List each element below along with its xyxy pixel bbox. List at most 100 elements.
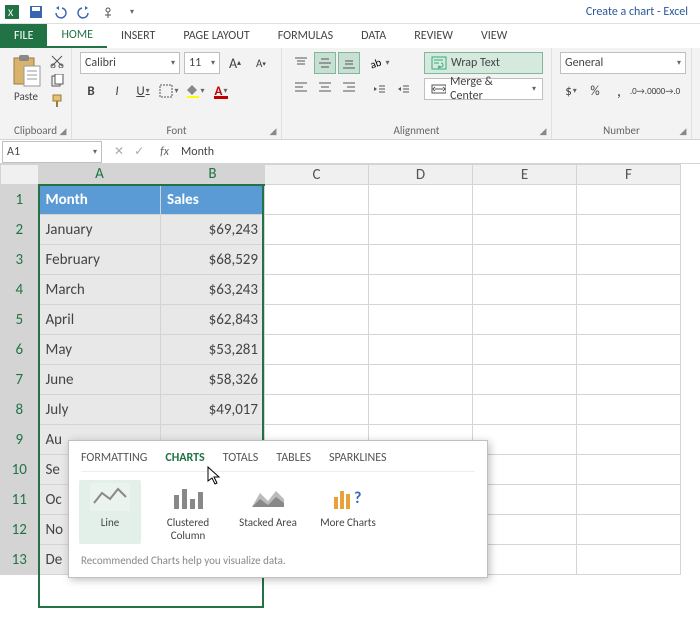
cell[interactable] [473,515,577,545]
cell[interactable] [473,425,577,455]
decrease-indent-icon[interactable] [368,78,390,100]
cell[interactable] [265,305,369,335]
save-icon[interactable] [28,4,44,20]
cut-icon[interactable] [48,52,66,70]
cell[interactable] [577,365,681,395]
number-format-combo[interactable]: General▾ [560,52,686,74]
cancel-formula-icon[interactable]: ✕ [114,144,124,159]
fx-icon[interactable]: fx [154,145,175,159]
col-header-d[interactable]: D [369,165,473,185]
cell[interactable] [473,485,577,515]
format-painter-icon[interactable] [48,92,66,110]
cell[interactable] [265,185,369,215]
increase-font-icon[interactable]: A▴ [224,52,246,74]
row-header[interactable]: 3 [1,245,39,275]
cell[interactable] [473,185,577,215]
cell[interactable] [577,455,681,485]
col-header-f[interactable]: F [577,165,681,185]
accounting-format-icon[interactable]: $▾ [560,80,582,102]
col-header-c[interactable]: C [265,165,369,185]
cell[interactable] [369,215,473,245]
cell[interactable]: July [39,395,161,425]
cell[interactable] [577,185,681,215]
cell[interactable] [369,245,473,275]
cell[interactable]: $63,243 [161,275,265,305]
underline-button[interactable]: U▾ [132,80,154,102]
cell[interactable] [577,545,681,575]
cell[interactable] [577,485,681,515]
align-right-icon[interactable] [338,76,360,98]
cell[interactable]: May [39,335,161,365]
cell[interactable] [577,305,681,335]
cell[interactable]: March [39,275,161,305]
alignment-dialog-launcher-icon[interactable]: ◢ [537,125,549,137]
cell[interactable]: April [39,305,161,335]
cell[interactable]: $49,017 [161,395,265,425]
row-header[interactable]: 8 [1,395,39,425]
cell[interactable] [473,365,577,395]
tab-view[interactable]: VIEW [467,24,521,48]
row-header[interactable]: 7 [1,365,39,395]
cell[interactable] [369,185,473,215]
align-center-icon[interactable] [314,76,336,98]
qa-item-more-charts[interactable]: ? More Charts [317,482,379,542]
cell[interactable] [473,545,577,575]
col-header-e[interactable]: E [473,165,577,185]
cell[interactable] [473,335,577,365]
cell[interactable]: February [39,245,161,275]
align-middle-icon[interactable] [314,52,336,74]
cell[interactable]: $68,529 [161,245,265,275]
cell[interactable]: $53,281 [161,335,265,365]
cell[interactable] [577,395,681,425]
italic-button[interactable]: I [106,80,128,102]
qa-item-line[interactable]: Line [79,480,141,544]
cell[interactable]: Month [39,185,161,215]
clipboard-dialog-launcher-icon[interactable]: ◢ [57,125,69,137]
paste-button[interactable]: Paste [8,52,44,105]
name-box[interactable]: A1▾ [2,141,102,163]
cell[interactable] [369,335,473,365]
cell[interactable] [577,215,681,245]
tab-data[interactable]: DATA [347,24,400,48]
row-header[interactable]: 13 [1,545,39,575]
qa-tab-formatting[interactable]: FORMATTING [81,451,147,465]
cell[interactable] [265,365,369,395]
tab-formulas[interactable]: FORMULAS [264,24,347,48]
merge-center-button[interactable]: Merge & Center ▾ [424,78,543,100]
cell[interactable] [265,215,369,245]
row-header[interactable]: 1 [1,185,39,215]
formula-input[interactable]: Month [175,145,700,159]
cell[interactable] [473,305,577,335]
redo-icon[interactable] [76,4,92,20]
cell[interactable] [577,515,681,545]
tab-insert[interactable]: INSERT [107,24,169,48]
cell[interactable] [473,275,577,305]
tab-page-layout[interactable]: PAGE LAYOUT [169,24,263,48]
align-left-icon[interactable] [290,76,312,98]
undo-icon[interactable] [52,4,68,20]
touch-mode-icon[interactable] [100,4,116,20]
cell[interactable] [473,395,577,425]
font-name-combo[interactable]: Calibri▾ [80,52,180,74]
cell[interactable] [473,215,577,245]
decrease-decimal-icon[interactable]: .00→.0 [656,80,678,102]
percent-format-icon[interactable]: % [584,80,606,102]
cell[interactable]: $69,243 [161,215,265,245]
number-dialog-launcher-icon[interactable]: ◢ [677,125,689,137]
qa-tab-tables[interactable]: TABLES [276,451,311,465]
align-bottom-icon[interactable] [338,52,360,74]
tab-file[interactable]: FILE [0,24,47,48]
row-header[interactable]: 2 [1,215,39,245]
cell[interactable] [265,395,369,425]
tab-home[interactable]: HOME [47,24,107,48]
cell[interactable] [577,335,681,365]
cell[interactable] [265,335,369,365]
cell[interactable] [265,275,369,305]
row-header[interactable]: 10 [1,455,39,485]
decrease-font-icon[interactable]: A▾ [250,52,272,74]
comma-format-icon[interactable]: , [608,80,630,102]
increase-decimal-icon[interactable]: .0→.00 [632,80,654,102]
select-all-corner[interactable] [1,165,39,185]
wrap-text-button[interactable]: Wrap Text [424,52,543,74]
row-header[interactable]: 12 [1,515,39,545]
